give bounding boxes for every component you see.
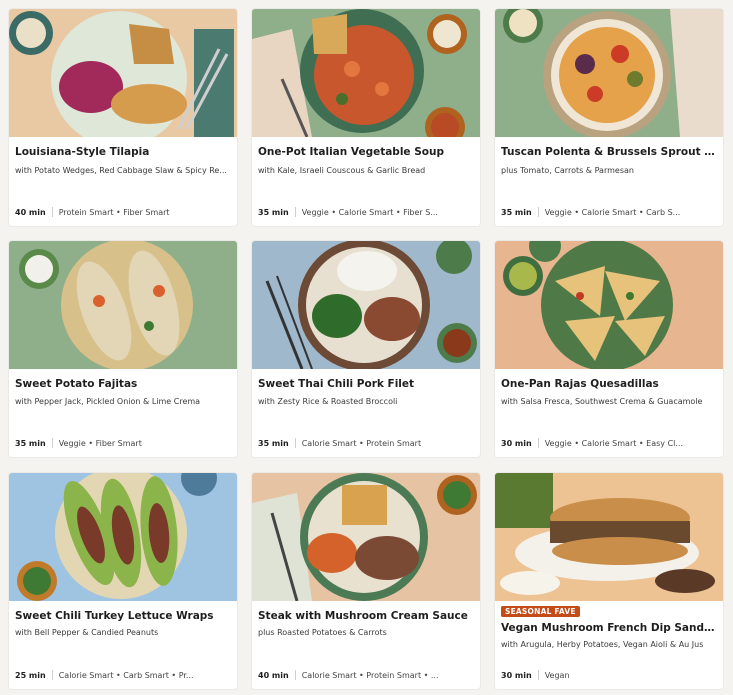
recipe-subtitle: with Kale, Israeli Couscous & Garlic Bre… [258, 166, 426, 175]
recipe-meta: 35 min Veggie • Calorie Smart • Carb S..… [501, 207, 717, 217]
recipe-grid: Louisiana-Style Tilapia with Potato Wedg… [0, 0, 733, 695]
recipe-meta: 40 min Protein Smart • Fiber Smart [15, 207, 231, 217]
recipe-tags: Veggie • Calorie Smart • Easy Cl... [544, 438, 684, 448]
recipe-meta: 30 min Veggie • Calorie Smart • Easy Cl.… [501, 438, 717, 448]
meta-divider [51, 207, 53, 217]
cook-time: 35 min [15, 438, 46, 448]
meta-divider [51, 438, 53, 448]
recipe-image[interactable] [495, 9, 723, 137]
recipe-card[interactable]: Sweet Thai Chili Pork Filet with Zesty R… [252, 241, 480, 457]
recipe-meta: 40 min Calorie Smart • Protein Smart • .… [258, 670, 474, 680]
recipe-image[interactable] [9, 9, 237, 137]
recipe-tags: Veggie • Calorie Smart • Fiber S... [301, 207, 438, 217]
meta-divider [294, 207, 296, 217]
recipe-image[interactable] [252, 9, 480, 137]
recipe-title[interactable]: One-Pan Rajas Quesadillas [501, 378, 717, 390]
meta-divider [51, 670, 53, 680]
meta-divider [537, 438, 539, 448]
recipe-image[interactable] [9, 241, 237, 369]
recipe-tags: Veggie • Calorie Smart • Carb S... [544, 207, 681, 217]
recipe-card[interactable]: Sweet Chili Turkey Lettuce Wraps with Be… [9, 473, 237, 689]
recipe-subtitle: with Zesty Rice & Roasted Broccoli [258, 397, 398, 406]
seasonal-badge: SEASONAL FAVE [501, 606, 580, 617]
recipe-image[interactable] [495, 241, 723, 369]
recipe-subtitle: with Potato Wedges, Red Cabbage Slaw & S… [15, 166, 227, 175]
recipe-subtitle: with Pepper Jack, Pickled Onion & Lime C… [15, 397, 201, 406]
cook-time: 35 min [258, 438, 289, 448]
recipe-tags: Veggie • Fiber Smart [58, 438, 142, 448]
recipe-title[interactable]: Tuscan Polenta & Brussels Sprout Bowls [501, 146, 717, 158]
cook-time: 35 min [258, 207, 289, 217]
cook-time: 25 min [15, 670, 46, 680]
meta-divider [537, 207, 539, 217]
recipe-card[interactable]: Tuscan Polenta & Brussels Sprout Bowls p… [495, 9, 723, 226]
recipe-meta: 35 min Veggie • Calorie Smart • Fiber S.… [258, 207, 474, 217]
recipe-title[interactable]: Sweet Chili Turkey Lettuce Wraps [15, 610, 231, 622]
recipe-title[interactable]: Sweet Thai Chili Pork Filet [258, 378, 474, 390]
meta-divider [537, 670, 539, 680]
recipe-subtitle: plus Roasted Potatoes & Carrots [258, 628, 387, 637]
recipe-card[interactable]: Louisiana-Style Tilapia with Potato Wedg… [9, 9, 237, 226]
recipe-image[interactable] [252, 241, 480, 369]
recipe-tags: Calorie Smart • Protein Smart [301, 438, 422, 448]
recipe-image[interactable] [252, 473, 480, 601]
recipe-title[interactable]: Louisiana-Style Tilapia [15, 146, 231, 158]
recipe-meta: 25 min Calorie Smart • Carb Smart • Pr..… [15, 670, 231, 680]
cook-time: 40 min [258, 670, 289, 680]
recipe-title[interactable]: One-Pot Italian Vegetable Soup [258, 146, 474, 158]
recipe-subtitle: with Arugula, Herby Potatoes, Vegan Aiol… [501, 640, 704, 649]
meta-divider [294, 670, 296, 680]
recipe-subtitle: with Bell Pepper & Candied Peanuts [15, 628, 159, 637]
recipe-subtitle: with Salsa Fresca, Southwest Crema & Gua… [501, 397, 703, 406]
meta-divider [294, 438, 296, 448]
recipe-card[interactable]: One-Pan Rajas Quesadillas with Salsa Fre… [495, 241, 723, 457]
cook-time: 35 min [501, 207, 532, 217]
recipe-meta: 30 min Vegan [501, 670, 717, 680]
recipe-image[interactable] [495, 473, 723, 601]
recipe-tags: Vegan [544, 670, 570, 680]
recipe-tags: Calorie Smart • Carb Smart • Pr... [58, 670, 194, 680]
recipe-tags: Protein Smart • Fiber Smart [58, 207, 170, 217]
recipe-card[interactable]: Steak with Mushroom Cream Sauce plus Roa… [252, 473, 480, 689]
recipe-subtitle: plus Tomato, Carrots & Parmesan [501, 166, 634, 175]
recipe-title[interactable]: Vegan Mushroom French Dip Sandwiches [501, 622, 717, 634]
recipe-image[interactable] [9, 473, 237, 601]
recipe-card[interactable]: Sweet Potato Fajitas with Pepper Jack, P… [9, 241, 237, 457]
recipe-card[interactable]: One-Pot Italian Vegetable Soup with Kale… [252, 9, 480, 226]
recipe-card[interactable]: SEASONAL FAVE Vegan Mushroom French Dip … [495, 473, 723, 689]
recipe-meta: 35 min Calorie Smart • Protein Smart [258, 438, 474, 448]
cook-time: 40 min [15, 207, 46, 217]
recipe-tags: Calorie Smart • Protein Smart • ... [301, 670, 439, 680]
cook-time: 30 min [501, 438, 532, 448]
cook-time: 30 min [501, 670, 532, 680]
recipe-title[interactable]: Sweet Potato Fajitas [15, 378, 231, 390]
recipe-title[interactable]: Steak with Mushroom Cream Sauce [258, 610, 474, 622]
recipe-meta: 35 min Veggie • Fiber Smart [15, 438, 231, 448]
